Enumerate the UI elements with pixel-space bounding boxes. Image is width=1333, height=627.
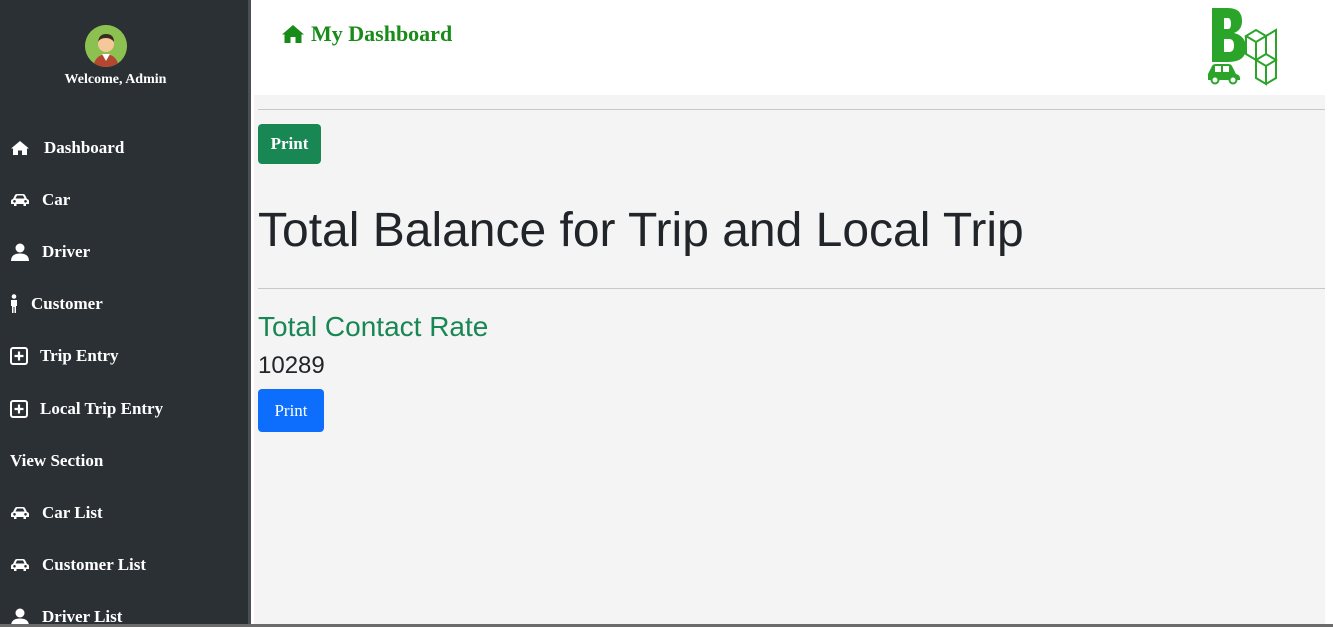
user-icon <box>10 608 30 624</box>
section-heading-view: View Section <box>10 449 103 473</box>
sidebar-item-local-trip-entry[interactable]: Local Trip Entry <box>10 397 163 421</box>
sidebar-item-label: Customer <box>31 294 103 313</box>
sidebar-item-label: Local Trip Entry <box>40 399 164 418</box>
logo <box>1206 4 1282 90</box>
sidebar-item-label: Car <box>42 190 71 209</box>
logo-icon <box>1208 8 1278 86</box>
sidebar-item-trip-entry[interactable]: Trip Entry <box>10 344 119 368</box>
car-icon <box>10 558 30 572</box>
print-rate-button[interactable]: Print <box>258 389 324 432</box>
home-icon <box>281 24 305 44</box>
sidebar: Welcome, Admin Dashboard Car Driver Cust… <box>0 0 251 624</box>
sidebar-item-driver[interactable]: Driver <box>10 240 90 264</box>
sidebar-item-label: Driver <box>42 242 91 261</box>
admin-avatar-icon <box>85 25 127 67</box>
sidebar-item-dashboard[interactable]: Dashboard <box>10 136 124 160</box>
page-title: Total Balance for Trip and Local Trip <box>258 204 1024 257</box>
total-contact-rate-label: Total Contact Rate <box>258 311 489 342</box>
avatar <box>85 25 127 67</box>
sidebar-item-customer-list[interactable]: Customer List <box>10 553 146 577</box>
sidebar-item-label: Customer List <box>42 555 147 574</box>
main-content: Print Total Balance for Trip and Local T… <box>254 95 1325 624</box>
sidebar-item-label: Dashboard <box>44 138 125 157</box>
sidebar-item-label: Car List <box>42 503 103 522</box>
person-icon <box>10 294 18 314</box>
divider <box>258 109 1325 110</box>
plus-square-icon <box>10 347 28 365</box>
sidebar-item-label: Trip Entry <box>40 346 119 365</box>
plus-square-icon <box>10 400 28 418</box>
section-heading-label: View Section <box>10 451 104 470</box>
sidebar-item-label: Driver List <box>42 607 123 624</box>
divider <box>258 288 1325 289</box>
home-icon <box>10 140 30 156</box>
car-icon <box>10 506 30 520</box>
total-contact-rate-value: 10289 <box>258 352 325 379</box>
dashboard-link[interactable]: My Dashboard <box>281 21 452 47</box>
sidebar-item-driver-list[interactable]: Driver List <box>10 605 122 624</box>
user-icon <box>10 243 30 261</box>
sidebar-item-car[interactable]: Car <box>10 188 70 212</box>
sidebar-item-car-list[interactable]: Car List <box>10 501 103 525</box>
car-icon <box>10 193 30 207</box>
print-button[interactable]: Print <box>258 124 321 164</box>
top-header: My Dashboard <box>254 0 1333 95</box>
sidebar-item-customer[interactable]: Customer <box>10 292 103 316</box>
dashboard-title: My Dashboard <box>311 21 453 46</box>
welcome-text: Welcome, Admin <box>64 72 167 87</box>
